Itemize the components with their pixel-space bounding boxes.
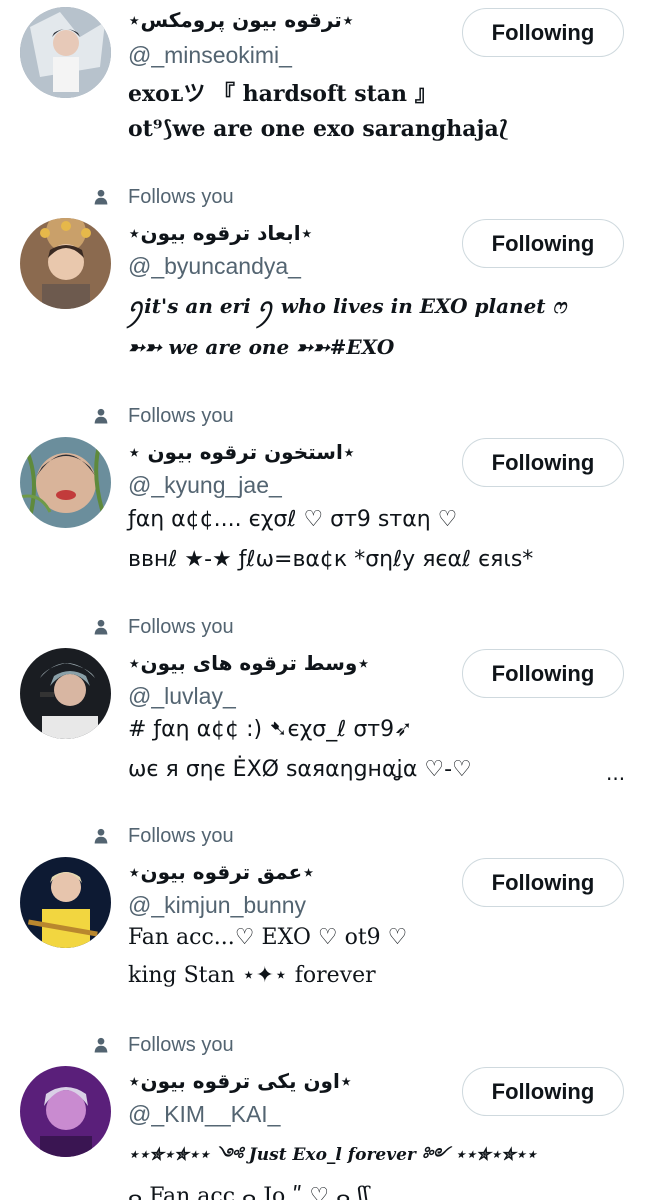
avatar-image	[20, 437, 111, 528]
follows-you-label: Follows you	[128, 1033, 234, 1056]
person-icon	[94, 619, 108, 635]
user-cell[interactable]: ⋆ترقوه بیون پرومکس⋆ @_minseokimi_ exoʟツ …	[0, 0, 647, 160]
bio-line: ➳➳ we are one ➳➳#EXO	[128, 335, 395, 359]
avatar[interactable]	[20, 1066, 111, 1157]
bio-line: king Stan ⋆✦⋆ forever	[128, 963, 376, 988]
bio-line-partial: ⴰ Fan acc ⴰ Jo ʺ ♡ ⴰ ʃʃ	[128, 1184, 370, 1200]
bio-line: ot⁹⟆we are one exo saranghaja⟅	[128, 116, 509, 142]
follows-you-label: Follows you	[128, 615, 234, 638]
bio-line: exoʟツ 『 hardsoft stan 』	[128, 81, 437, 107]
username[interactable]: @_kimjun_bunny	[128, 892, 306, 919]
avatar-image	[20, 7, 111, 98]
bio-line: Fan acc...♡ EXO ♡ ot9 ♡	[128, 925, 408, 950]
username[interactable]: @_luvlay_	[128, 683, 236, 710]
user-cell[interactable]: Follows you ⋆وسط ترقوه های بیون⋆ @_luvla…	[0, 613, 647, 813]
following-button[interactable]: Following	[462, 8, 624, 57]
username[interactable]: @_byuncandya_	[128, 253, 301, 280]
follows-you-indicator: Follows you	[92, 402, 234, 430]
following-button[interactable]: Following	[462, 1067, 624, 1116]
follows-you-label: Follows you	[128, 185, 234, 208]
truncation-ellipsis: ...	[606, 761, 626, 785]
avatar-image	[20, 1066, 111, 1157]
user-cell[interactable]: Follows you ⋆عمق ترقوه بیون⋆ @_kimjun_bu…	[0, 822, 647, 1022]
username[interactable]: @_minseokimi_	[128, 42, 292, 69]
person-icon	[94, 828, 108, 844]
username[interactable]: @_KIM__KAI_	[128, 1101, 280, 1128]
user-cell[interactable]: Follows you ⋆استخون ترقوه بیون ⋆ @_kyung…	[0, 402, 647, 602]
avatar-image	[20, 648, 111, 739]
avatar[interactable]	[20, 218, 111, 309]
follows-you-indicator: Follows you	[92, 822, 234, 850]
username[interactable]: @_kyung_jae_	[128, 472, 282, 499]
bio-line: ⋆⋆✮⋆✮⋆⋆ ༺ Just Exo_l forever ༻ ⋆⋆✮⋆✮⋆⋆	[128, 1145, 537, 1165]
display-name[interactable]: ⋆استخون ترقوه بیون ⋆	[128, 440, 355, 464]
bio-line: ƒαη α¢¢.... єχσℓ ♡ σт9 ѕтαη ♡	[128, 507, 458, 532]
display-name[interactable]: ⋆اون یکی ترقوه بیون⋆	[128, 1069, 352, 1093]
user-cell[interactable]: Follows you ⋆ابعاد ترقوه بیون⋆ @_byuncan…	[0, 183, 647, 383]
avatar-image	[20, 857, 111, 948]
display-name[interactable]: ⋆وسط ترقوه های بیون⋆	[128, 651, 370, 675]
follows-you-indicator: Follows you	[92, 183, 234, 211]
follows-you-indicator: Follows you	[92, 613, 234, 641]
following-button[interactable]: Following	[462, 438, 624, 487]
person-icon	[94, 1037, 108, 1053]
display-name[interactable]: ⋆ابعاد ترقوه بیون⋆	[128, 221, 313, 245]
bio-line: ωє я σηє ĖXØ ѕαяαηgнαʝα ♡-♡	[128, 757, 472, 782]
avatar[interactable]	[20, 437, 111, 528]
avatar[interactable]	[20, 7, 111, 98]
user-list: ⋆ترقوه بیون پرومکس⋆ @_minseokimi_ exoʟツ …	[0, 0, 647, 1200]
follows-you-indicator: Follows you	[92, 1031, 234, 1059]
display-name[interactable]: ⋆ترقوه بیون پرومکس⋆	[128, 8, 354, 32]
bio-line: ввнℓ ★-★ ƒℓω=вα¢к *σηℓу яєαℓ єяιѕ*	[128, 547, 534, 572]
person-icon	[94, 408, 108, 424]
avatar-image	[20, 218, 111, 309]
person-icon	[94, 189, 108, 205]
display-name[interactable]: ⋆عمق ترقوه بیون⋆	[128, 860, 315, 884]
avatar[interactable]	[20, 648, 111, 739]
following-button[interactable]: Following	[462, 649, 624, 698]
bio-line: ꪆit's an eri ꪆ who lives in EXO planet ෆ	[128, 294, 567, 318]
avatar[interactable]	[20, 857, 111, 948]
user-cell[interactable]: Follows you ⋆اون یکی ترقوه بیون⋆ @_KIM__…	[0, 1031, 647, 1200]
following-button[interactable]: Following	[462, 219, 624, 268]
following-button[interactable]: Following	[462, 858, 624, 907]
follows-you-label: Follows you	[128, 824, 234, 847]
bio-line: # ƒαη α¢¢ :) ➷єχσ_ℓ σт9➶	[128, 717, 413, 742]
follows-you-label: Follows you	[128, 404, 234, 427]
